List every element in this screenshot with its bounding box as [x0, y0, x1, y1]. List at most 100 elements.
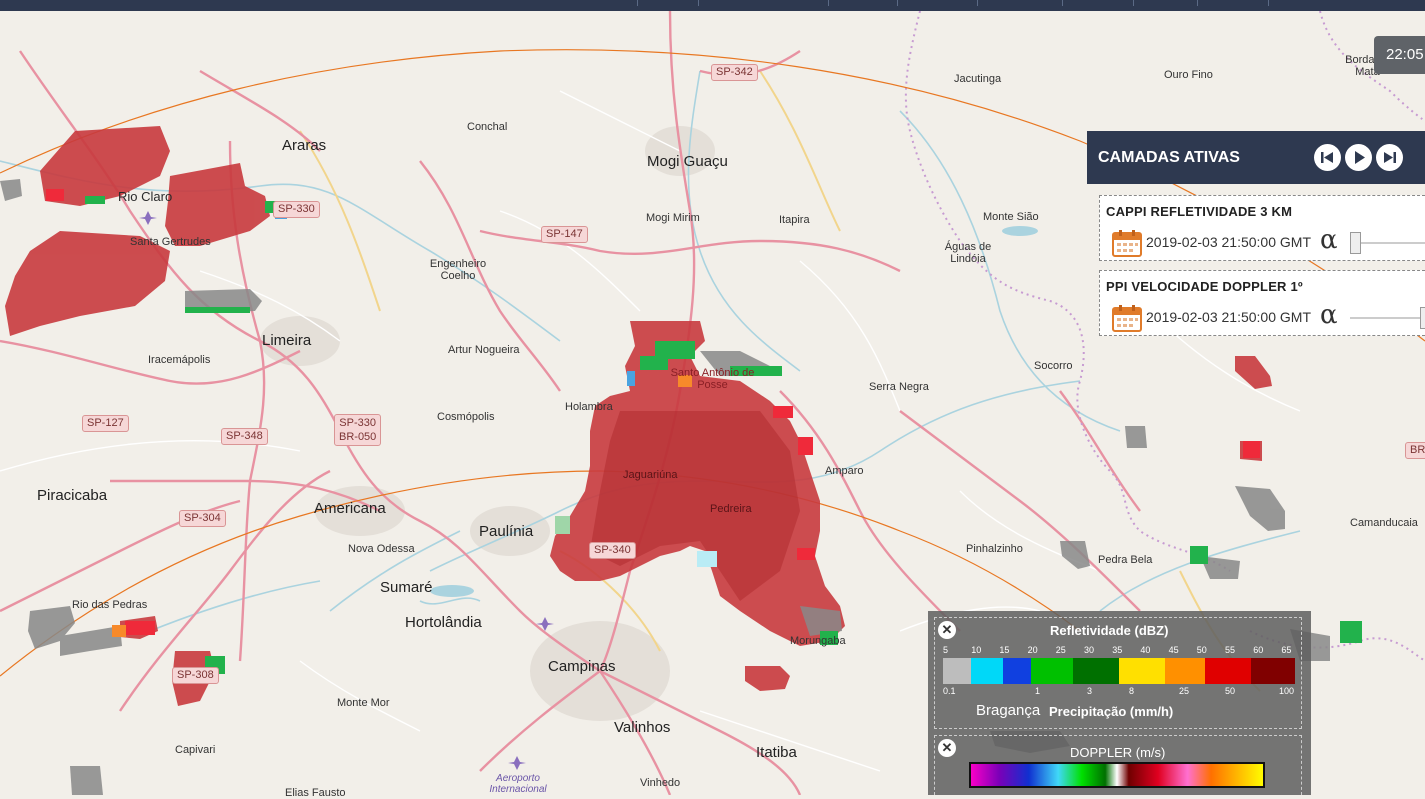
skip-back-icon: [1321, 152, 1333, 163]
place-label: Paulínia: [479, 523, 534, 540]
layer-card-cappi: CAPPI REFLETIVIDADE 3 KM 2019-02-03 21:5…: [1099, 195, 1425, 261]
clock-display: 22:05: [1374, 36, 1425, 74]
reflectivity-color-segment: [971, 658, 1003, 684]
doppler-color-bar: [969, 762, 1265, 788]
rain-tick-label: 3: [1087, 686, 1093, 696]
reflectivity-color-segment: [1251, 658, 1295, 684]
skip-forward-icon: [1384, 152, 1396, 163]
close-icon[interactable]: ✕: [938, 739, 956, 757]
precipitation-label: Precipitação (mm/h): [1049, 704, 1174, 719]
opacity-slider-handle[interactable]: [1350, 232, 1361, 254]
place-label: Águas de Lindóia: [944, 241, 992, 265]
dbz-tick-label: 25: [1055, 645, 1066, 655]
dbz-tick-label: 55: [1225, 645, 1236, 655]
place-label: Nova Odessa: [348, 543, 415, 555]
place-label: Vinhedo: [640, 777, 681, 789]
opacity-slider-handle[interactable]: [1420, 307, 1425, 329]
layer-name: CAPPI REFLETIVIDADE 3 KM: [1106, 204, 1293, 219]
reflectivity-color-segment: [1031, 658, 1073, 684]
place-label: Socorro: [1034, 360, 1073, 372]
place-label: Santa Gertrudes: [130, 236, 211, 248]
opacity-slider-track[interactable]: [1350, 317, 1425, 319]
calendar-icon[interactable]: [1112, 229, 1142, 257]
active-layers-panel: CAMADAS ATIVAS CAPPI REFLETIVIDADE 3 KM …: [1087, 131, 1425, 339]
road-shield: SP-127: [82, 415, 129, 432]
place-label: Aeroporto Internacional: [489, 773, 547, 795]
place-label: Valinhos: [614, 719, 671, 736]
reflectivity-legend-title: Refletividade (dBZ): [1050, 623, 1169, 638]
road-shield: SP-348: [221, 428, 268, 445]
road-shield: SP-342: [711, 64, 758, 81]
place-label: Piracicaba: [37, 487, 108, 504]
place-label: Capivari: [175, 744, 216, 756]
place-label: Santo Antônio de Posse: [670, 367, 755, 391]
reflectivity-color-bar: [943, 658, 1295, 684]
dbz-tick-label: 10: [971, 645, 982, 655]
reflectivity-color-segment: [1073, 658, 1119, 684]
dbz-tick-label: 35: [1112, 645, 1123, 655]
reflectivity-color-segment: [1165, 658, 1205, 684]
place-label: Engenheiro Coelho: [429, 258, 487, 282]
place-label: Iracemápolis: [148, 354, 211, 366]
place-label: Bragança: [976, 702, 1041, 719]
top-navigation-bar: [0, 0, 1425, 11]
nav-separator: [1197, 0, 1198, 6]
doppler-legend-title: DOPPLER (m/s): [1070, 745, 1166, 760]
reflectivity-color-segment: [1205, 658, 1251, 684]
place-label: Limeira: [262, 332, 312, 349]
place-label: Pedra Bela: [1098, 554, 1153, 566]
nav-separator: [977, 0, 978, 6]
dbz-tick-label: 45: [1168, 645, 1179, 655]
place-label: Elias Fausto: [285, 787, 346, 799]
place-label: Morungaba: [790, 635, 846, 647]
road-shield: SP-304: [179, 510, 226, 527]
place-label: Jacutinga: [954, 73, 1002, 85]
place-label: Holambra: [565, 401, 613, 413]
rain-tick-label: 50: [1225, 686, 1236, 696]
opacity-slider-track[interactable]: [1350, 242, 1425, 244]
place-label: Campinas: [548, 658, 616, 675]
nav-separator: [1133, 0, 1134, 6]
road-shield: SP-330: [273, 201, 320, 218]
road-shield-line: SP-330: [339, 417, 376, 429]
dbz-tick-label: 5: [943, 645, 949, 655]
nav-separator: [897, 0, 898, 6]
alpha-icon: α: [1320, 225, 1338, 255]
skip-forward-button[interactable]: [1376, 144, 1403, 171]
doppler-legend: ✕ DOPPLER (m/s): [934, 735, 1302, 795]
nav-separator: [1268, 0, 1269, 6]
nav-separator: [637, 0, 638, 6]
layer-card-doppler: PPI VELOCIDADE DOPPLER 1º 2019-02-03 21:…: [1099, 270, 1425, 336]
road-shield: SP-340: [589, 542, 636, 559]
place-label: Serra Negra: [869, 381, 929, 393]
layers-panel-header: CAMADAS ATIVAS: [1087, 131, 1425, 184]
play-button[interactable]: [1345, 144, 1372, 171]
dbz-tick-label: 60: [1253, 645, 1264, 655]
road-shield: SP-330 BR-050: [334, 414, 382, 446]
place-label: Camanducaia: [1350, 517, 1418, 529]
place-label: Ouro Fino: [1164, 69, 1213, 81]
skip-back-button[interactable]: [1314, 144, 1341, 171]
rain-tick-label: 8: [1129, 686, 1135, 696]
place-label: Sumaré: [380, 579, 433, 596]
place-label: Pedreira: [710, 503, 752, 515]
dbz-tick-label: 15: [999, 645, 1010, 655]
road-shield-line: BR-050: [339, 431, 377, 443]
nav-separator: [698, 0, 699, 6]
layer-date: 2019-02-03 21:50:00 GMT: [1146, 309, 1311, 325]
dbz-tick-label: 40: [1140, 645, 1151, 655]
reflectivity-color-segment: [1119, 658, 1165, 684]
nav-separator: [828, 0, 829, 6]
close-icon[interactable]: ✕: [938, 621, 956, 639]
alpha-icon: α: [1320, 300, 1338, 330]
calendar-icon[interactable]: [1112, 304, 1142, 332]
rain-tick-label: 1: [1035, 686, 1041, 696]
place-label: Rio Claro: [118, 189, 173, 204]
dbz-tick-label: 20: [1027, 645, 1038, 655]
place-label: Conchal: [467, 121, 508, 133]
reflectivity-color-segment: [943, 658, 971, 684]
dbz-tick-label: 65: [1281, 645, 1292, 655]
road-shield: SP-147: [541, 226, 588, 243]
place-label: Itatiba: [756, 744, 797, 761]
layers-panel-title: CAMADAS ATIVAS: [1098, 149, 1240, 166]
